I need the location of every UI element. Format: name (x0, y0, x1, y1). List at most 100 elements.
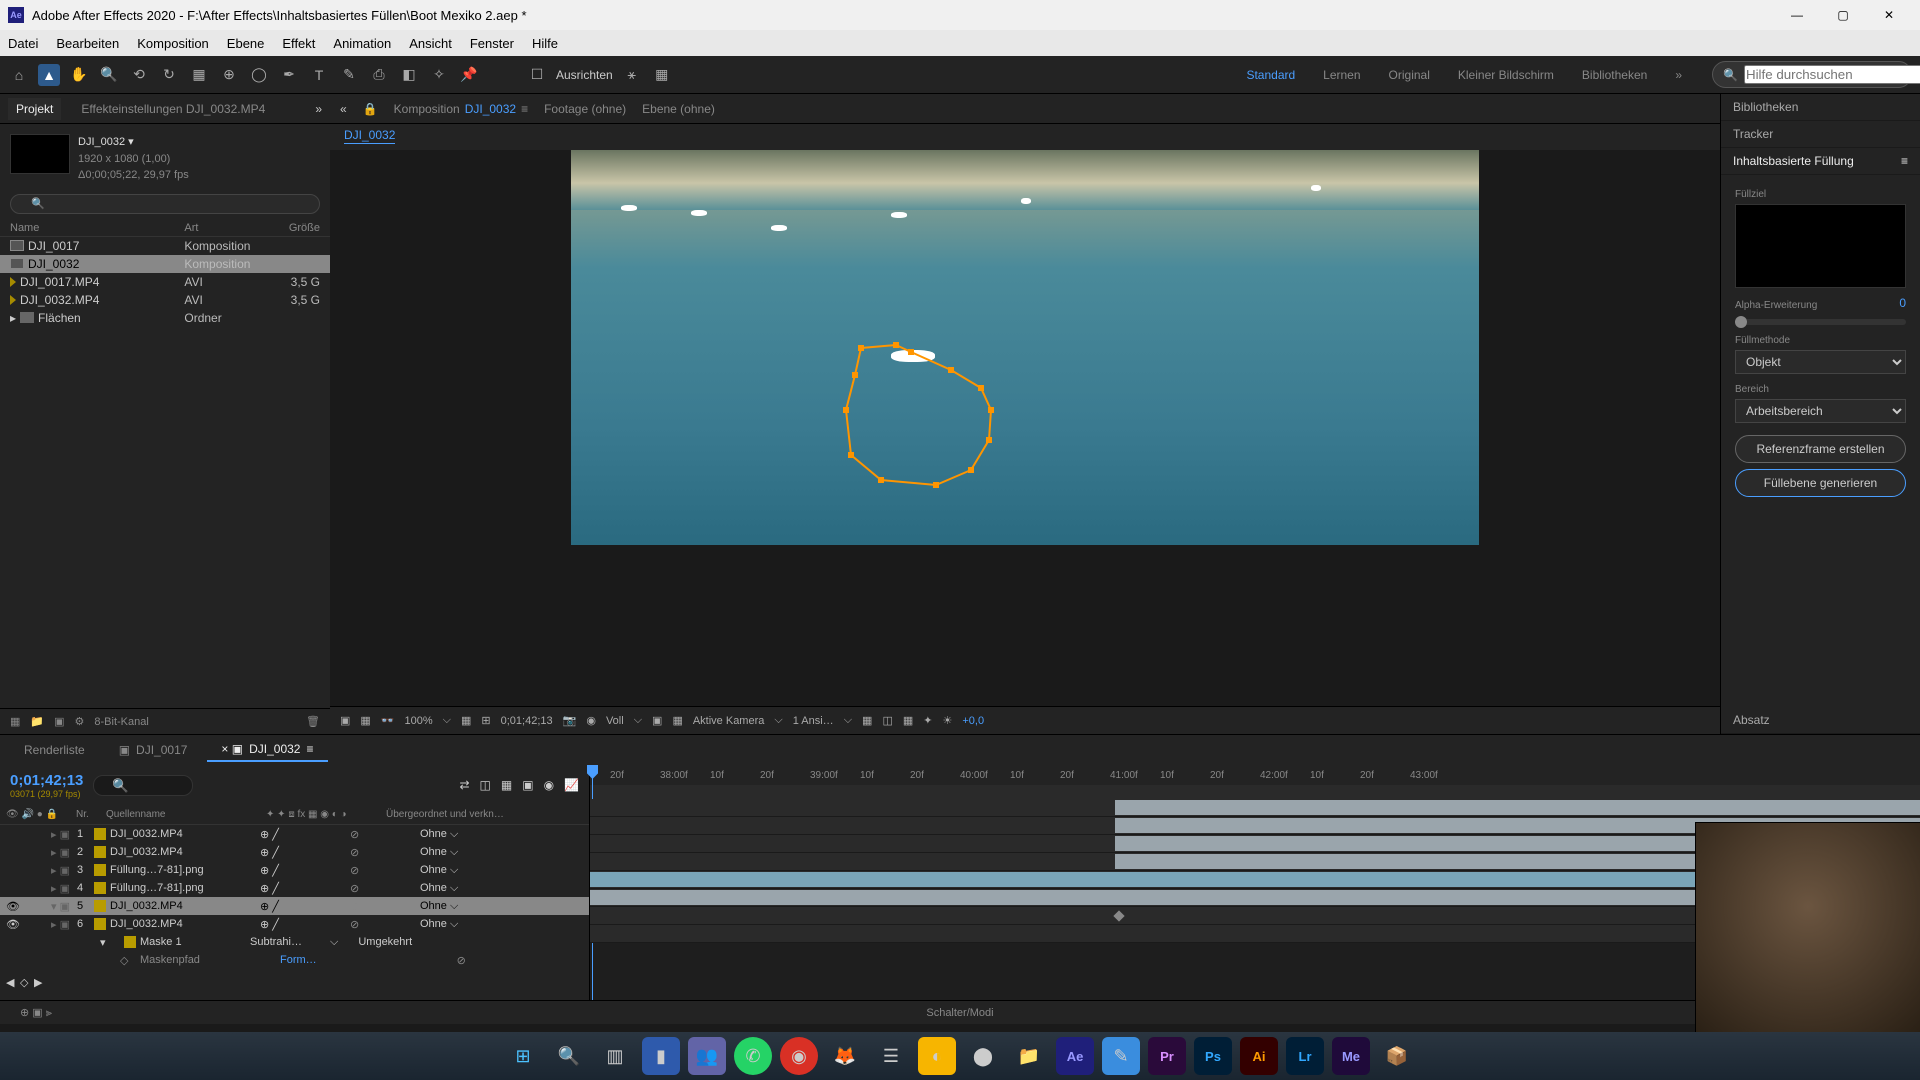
taskbar-explorer[interactable]: 📁 (1010, 1037, 1048, 1075)
viewer-res-icon[interactable]: ▦ (461, 714, 471, 727)
taskbar-premiere[interactable]: Pr (1148, 1037, 1186, 1075)
taskbar-whatsapp[interactable]: ✆ (734, 1037, 772, 1075)
tab-renderliste[interactable]: Renderliste (10, 739, 99, 761)
settings-icon[interactable]: ⚙ (75, 715, 85, 728)
alpha-slider[interactable] (1735, 316, 1747, 328)
taskbar-lightroom[interactable]: Lr (1286, 1037, 1324, 1075)
tl-opt4-icon[interactable]: ▣ (522, 778, 533, 792)
layer-row[interactable]: 👁▸ ▣6DJI_0032.MP4⊕ ╱⊘Ohne ⌵ (0, 915, 589, 933)
channel-icon[interactable]: ◉ (586, 714, 596, 727)
view-opt3-icon[interactable]: ▦ (903, 714, 913, 727)
new-folder-icon[interactable]: 📁 (30, 715, 44, 728)
workspace-more-icon[interactable]: » (1673, 64, 1684, 86)
viewer-3d-icon[interactable]: ▦ (360, 714, 370, 727)
col-type[interactable]: Art (184, 222, 262, 234)
resolution-select[interactable]: Voll (606, 715, 624, 727)
new-comp-icon[interactable]: ▣ (54, 715, 64, 728)
taskbar-photoshop[interactable]: Ps (1194, 1037, 1232, 1075)
minimize-button[interactable]: — (1774, 0, 1820, 30)
viewer-grid-icon[interactable]: ⊞ (481, 714, 490, 727)
project-search-input[interactable] (10, 194, 320, 214)
range-select[interactable]: Arbeitsbereich (1735, 399, 1906, 423)
viewer-mask-icon[interactable]: 👓 (381, 714, 395, 727)
roi-icon[interactable]: ▣ (652, 714, 662, 727)
shape-tool[interactable]: ◯ (248, 64, 270, 86)
workspace-lernen[interactable]: Lernen (1321, 64, 1362, 86)
tab-footage[interactable]: Footage (ohne) (544, 102, 626, 116)
tl-opt2-icon[interactable]: ◫ (480, 778, 491, 792)
puppet-tool[interactable]: 📌 (458, 64, 480, 86)
start-button[interactable]: ⊞ (504, 1037, 542, 1075)
hand-tool[interactable]: ✋ (68, 64, 90, 86)
viewer-timecode[interactable]: 0;01;42;13 (501, 715, 553, 727)
view-opt2-icon[interactable]: ◫ (882, 714, 892, 727)
taskbar-teams[interactable]: 👥 (688, 1037, 726, 1075)
tl-tab-dji0017[interactable]: ▣ DJI_0017 (105, 739, 202, 761)
view-opt1-icon[interactable]: ▦ (862, 714, 872, 727)
taskbar-taskview[interactable]: ▥ (596, 1037, 634, 1075)
col-name[interactable]: Name (10, 222, 165, 234)
tab-projekt[interactable]: Projekt (8, 98, 61, 120)
mask-path-value[interactable]: Form… (280, 954, 317, 966)
project-item[interactable]: DJI_0032Komposition (0, 255, 330, 273)
text-tool[interactable]: T (308, 64, 330, 86)
anchor-tool[interactable]: ⊕ (218, 64, 240, 86)
project-item[interactable]: DJI_0017.MP4AVI3,5 G (0, 273, 330, 291)
tab-tracker[interactable]: Tracker (1721, 121, 1920, 148)
tab-ebene[interactable]: Ebene (ohne) (642, 102, 715, 116)
help-search-input[interactable] (1744, 65, 1920, 84)
menu-animation[interactable]: Animation (333, 36, 391, 51)
camera-tool[interactable]: ▦ (188, 64, 210, 86)
roto-tool[interactable]: ✧ (428, 64, 450, 86)
interpret-icon[interactable]: ▦ (10, 715, 20, 728)
project-item[interactable]: DJI_0017Komposition (0, 237, 330, 255)
switches-modes[interactable]: Schalter/Modi (926, 1007, 993, 1019)
exposure-icon[interactable]: ☀ (942, 714, 952, 727)
taskbar-firefox[interactable]: 🦊 (826, 1037, 864, 1075)
generate-fill-button[interactable]: Füllebene generieren (1735, 469, 1906, 497)
timeline-timecode[interactable]: 0;01;42;13 (10, 772, 83, 789)
workspace-kleiner[interactable]: Kleiner Bildschirm (1456, 64, 1556, 86)
zoom-level[interactable]: 100% (405, 715, 433, 727)
breadcrumb[interactable]: DJI_0032 (344, 128, 395, 144)
layer-row[interactable]: ▸ ▣4Füllung…7-81].png⊕ ╱⊘Ohne ⌵ (0, 879, 589, 897)
taskbar-search[interactable]: 🔍 (550, 1037, 588, 1075)
taskbar-app5[interactable]: ✎ (1102, 1037, 1140, 1075)
layer-row[interactable]: 👁▾ ▣5DJI_0032.MP4⊕ ╱⊘Ohne ⌵ (0, 897, 589, 915)
taskbar-app3[interactable]: ☰ (872, 1037, 910, 1075)
tl-opt1-icon[interactable]: ⇄ (459, 778, 469, 792)
rotate-tool[interactable]: ↻ (158, 64, 180, 86)
tl-opt5-icon[interactable]: ◉ (544, 778, 554, 792)
back-icon[interactable]: « (340, 102, 347, 116)
menu-bearbeiten[interactable]: Bearbeiten (56, 36, 119, 51)
camera-select[interactable]: Aktive Kamera (693, 715, 765, 727)
method-select[interactable]: Objekt (1735, 350, 1906, 374)
menu-datei[interactable]: Datei (8, 36, 38, 51)
layer-row[interactable]: ▸ ▣3Füllung…7-81].png⊕ ╱⊘Ohne ⌵ (0, 861, 589, 879)
workspace-standard[interactable]: Standard (1244, 64, 1297, 86)
layer-row[interactable]: ▸ ▣1DJI_0032.MP4⊕ ╱⊘Ohne ⌵ (0, 825, 589, 843)
taskbar-app4[interactable]: ◐ (918, 1037, 956, 1075)
tab-bibliotheken[interactable]: Bibliotheken (1721, 94, 1920, 121)
exposure-value[interactable]: +0,0 (962, 715, 984, 727)
mask-mode[interactable]: Subtrahi… (250, 936, 330, 948)
tl-tab-dji0032[interactable]: × ▣ DJI_0032 ≡ (207, 738, 327, 762)
project-item[interactable]: ▸ FlächenOrdner (0, 309, 330, 327)
pen-tool[interactable]: ✒ (278, 64, 300, 86)
maximize-button[interactable]: ▢ (1820, 0, 1866, 30)
snapshot-icon[interactable]: 📷 (563, 714, 577, 727)
project-item[interactable]: DJI_0032.MP4AVI3,5 G (0, 291, 330, 309)
zoom-tool[interactable]: 🔍 (98, 64, 120, 86)
timeline-search-input[interactable] (93, 775, 193, 796)
selection-tool[interactable]: ▲ (38, 64, 60, 86)
lock-icon[interactable]: 🔒 (363, 102, 378, 116)
tab-absatz[interactable]: Absatz (1721, 707, 1920, 734)
snap-opts-icon[interactable]: ⚹ (621, 64, 643, 86)
reference-frame-button[interactable]: Referenzframe erstellen (1735, 435, 1906, 463)
tab-inhaltsbasierte-fuellung[interactable]: Inhaltsbasierte Füllung ≡ (1721, 148, 1920, 175)
tab-effekteinstellungen[interactable]: Effekteinstellungen DJI_0032.MP4 (73, 98, 273, 120)
workspace-bibliotheken[interactable]: Bibliotheken (1580, 64, 1649, 86)
taskbar-app6[interactable]: 📦 (1378, 1037, 1416, 1075)
menu-ebene[interactable]: Ebene (227, 36, 265, 51)
bit-depth[interactable]: 8-Bit-Kanal (94, 716, 148, 728)
